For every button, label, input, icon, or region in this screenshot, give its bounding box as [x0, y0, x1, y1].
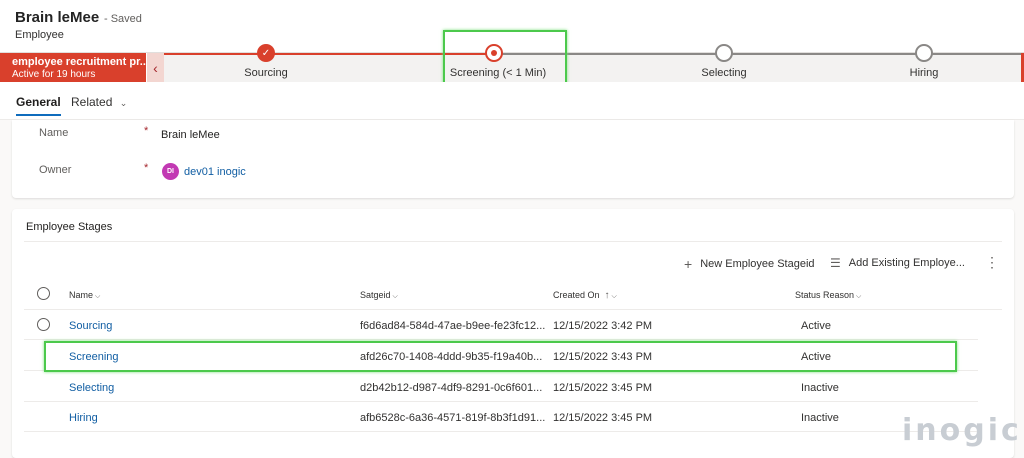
row-satgeid: afd26c70-1408-4ddd-9b35-f19a40b... — [360, 351, 543, 363]
chevron-down-icon: ⌵ — [392, 293, 398, 300]
name-label: Name — [39, 127, 69, 139]
business-process-flow: employee recruitment pr... Active for 19… — [0, 44, 1024, 83]
row-satgeid: f6d6ad84-584d-47ae-b9ee-fe23fc12... — [360, 320, 546, 332]
inogic-watermark-logo: inogic — [902, 413, 1022, 448]
record-title: Brain leMee — [15, 9, 100, 26]
record-header: Brain leMee - Saved Employee — [0, 0, 1024, 52]
save-status: - Saved — [104, 13, 142, 25]
column-header-status-reason[interactable]: Status Reason ⌵ — [795, 290, 861, 301]
row-name-link[interactable]: Selecting — [69, 382, 114, 394]
plus-icon: + — [684, 256, 693, 272]
row-status: Active — [801, 351, 831, 363]
stage-label-screening[interactable]: Screening (< 1 Min) — [450, 67, 546, 79]
column-header-created-on[interactable]: Created On ↑ ⌵ — [553, 290, 617, 301]
form-tabs: General Related ⌄ — [0, 82, 1024, 120]
more-commands-icon[interactable]: ⋮ — [985, 254, 999, 271]
chevron-down-icon: ⌵ — [95, 293, 101, 300]
owner-label: Owner — [39, 164, 72, 176]
row-status: Inactive — [801, 412, 839, 424]
stage-selecting-circle-icon[interactable] — [715, 44, 733, 62]
add-existing-label: Add Existing Employe... — [848, 257, 965, 269]
stage-sourcing-check-icon[interactable]: ✓ — [257, 44, 275, 62]
stage-label-hiring[interactable]: Hiring — [910, 67, 939, 79]
subgrid-title: Employee Stages — [26, 221, 113, 233]
row-created-on: 12/15/2022 3:45 PM — [553, 412, 653, 424]
chevron-down-icon: ⌄ — [119, 98, 128, 108]
stage-label-selecting[interactable]: Selecting — [701, 67, 746, 79]
divider — [24, 241, 1002, 242]
stage-screening-active-icon[interactable] — [485, 44, 503, 62]
table-row[interactable]: Hiring afb6528c-6a36-4571-819f-8b3f1d91.… — [24, 402, 978, 432]
collapse-chevron-icon[interactable]: ‹ — [146, 53, 164, 83]
row-status: Active — [801, 320, 831, 332]
new-record-button[interactable]: + New Employee Stageid — [684, 256, 815, 272]
table-row[interactable]: Sourcing f6d6ad84-584d-47ae-b9ee-fe23fc1… — [24, 310, 978, 340]
owner-lookup-link[interactable]: dev01 inogic — [184, 166, 246, 178]
column-header-satgeid[interactable]: Satgeid ⌵ — [360, 290, 398, 301]
process-flag[interactable]: employee recruitment pr... Active for 19… — [0, 53, 146, 83]
column-header-satgeid-label: Satgeid — [360, 290, 391, 300]
tab-related[interactable]: Related ⌄ — [71, 95, 127, 109]
stage-hiring-circle-icon[interactable] — [915, 44, 933, 62]
row-created-on: 12/15/2022 3:43 PM — [553, 351, 653, 363]
table-row[interactable]: Screening afd26c70-1408-4ddd-9b35-f19a40… — [24, 341, 978, 371]
column-header-name-label: Name — [69, 290, 94, 300]
process-name: employee recruitment pr... — [12, 56, 146, 68]
process-duration: Active for 19 hours — [12, 69, 96, 80]
row-name-link[interactable]: Hiring — [69, 412, 98, 424]
column-header-created-on-label: Created On — [553, 290, 600, 300]
chevron-down-icon: ⌵ — [856, 293, 862, 300]
general-section: Name * Brain leMee Owner * DI dev01 inog… — [12, 120, 1014, 198]
column-header-name[interactable]: Name ⌵ — [69, 290, 100, 301]
progress-line-completed — [164, 53, 494, 55]
tab-related-label: Related — [71, 95, 113, 109]
row-created-on: 12/15/2022 3:45 PM — [553, 382, 653, 394]
tab-general[interactable]: General — [16, 95, 61, 116]
owner-avatar: DI — [162, 163, 179, 180]
row-select-radio[interactable] — [37, 318, 50, 331]
row-name-link[interactable]: Screening — [69, 351, 119, 363]
stage-label-sourcing[interactable]: Sourcing — [244, 67, 287, 79]
new-record-label: New Employee Stageid — [700, 258, 815, 270]
column-header-status-reason-label: Status Reason — [795, 290, 855, 300]
row-satgeid: d2b42b12-d987-4df9-8291-0c6f601... — [360, 382, 543, 394]
row-status: Inactive — [801, 382, 839, 394]
entity-name: Employee — [15, 29, 64, 41]
row-name-link[interactable]: Sourcing — [69, 320, 112, 332]
required-marker: * — [144, 162, 149, 174]
table-row[interactable]: Selecting d2b42b12-d987-4df9-8291-0c6f60… — [24, 372, 978, 402]
chevron-down-icon: ⌵ — [611, 293, 617, 300]
row-satgeid: afb6528c-6a36-4571-819f-8b3f1d91... — [360, 412, 546, 424]
progress-line-pending — [494, 53, 1021, 55]
add-existing-button[interactable]: ☰ Add Existing Employe... — [830, 256, 965, 270]
select-all-checkbox[interactable] — [37, 287, 50, 300]
name-field[interactable]: Brain leMee — [161, 129, 220, 141]
employee-stages-subgrid: Employee Stages + New Employee Stageid ☰… — [12, 209, 1014, 458]
row-created-on: 12/15/2022 3:42 PM — [553, 320, 653, 332]
required-marker: * — [144, 125, 149, 137]
add-existing-icon: ☰ — [830, 256, 841, 270]
sort-ascending-icon: ↑ — [604, 290, 610, 301]
